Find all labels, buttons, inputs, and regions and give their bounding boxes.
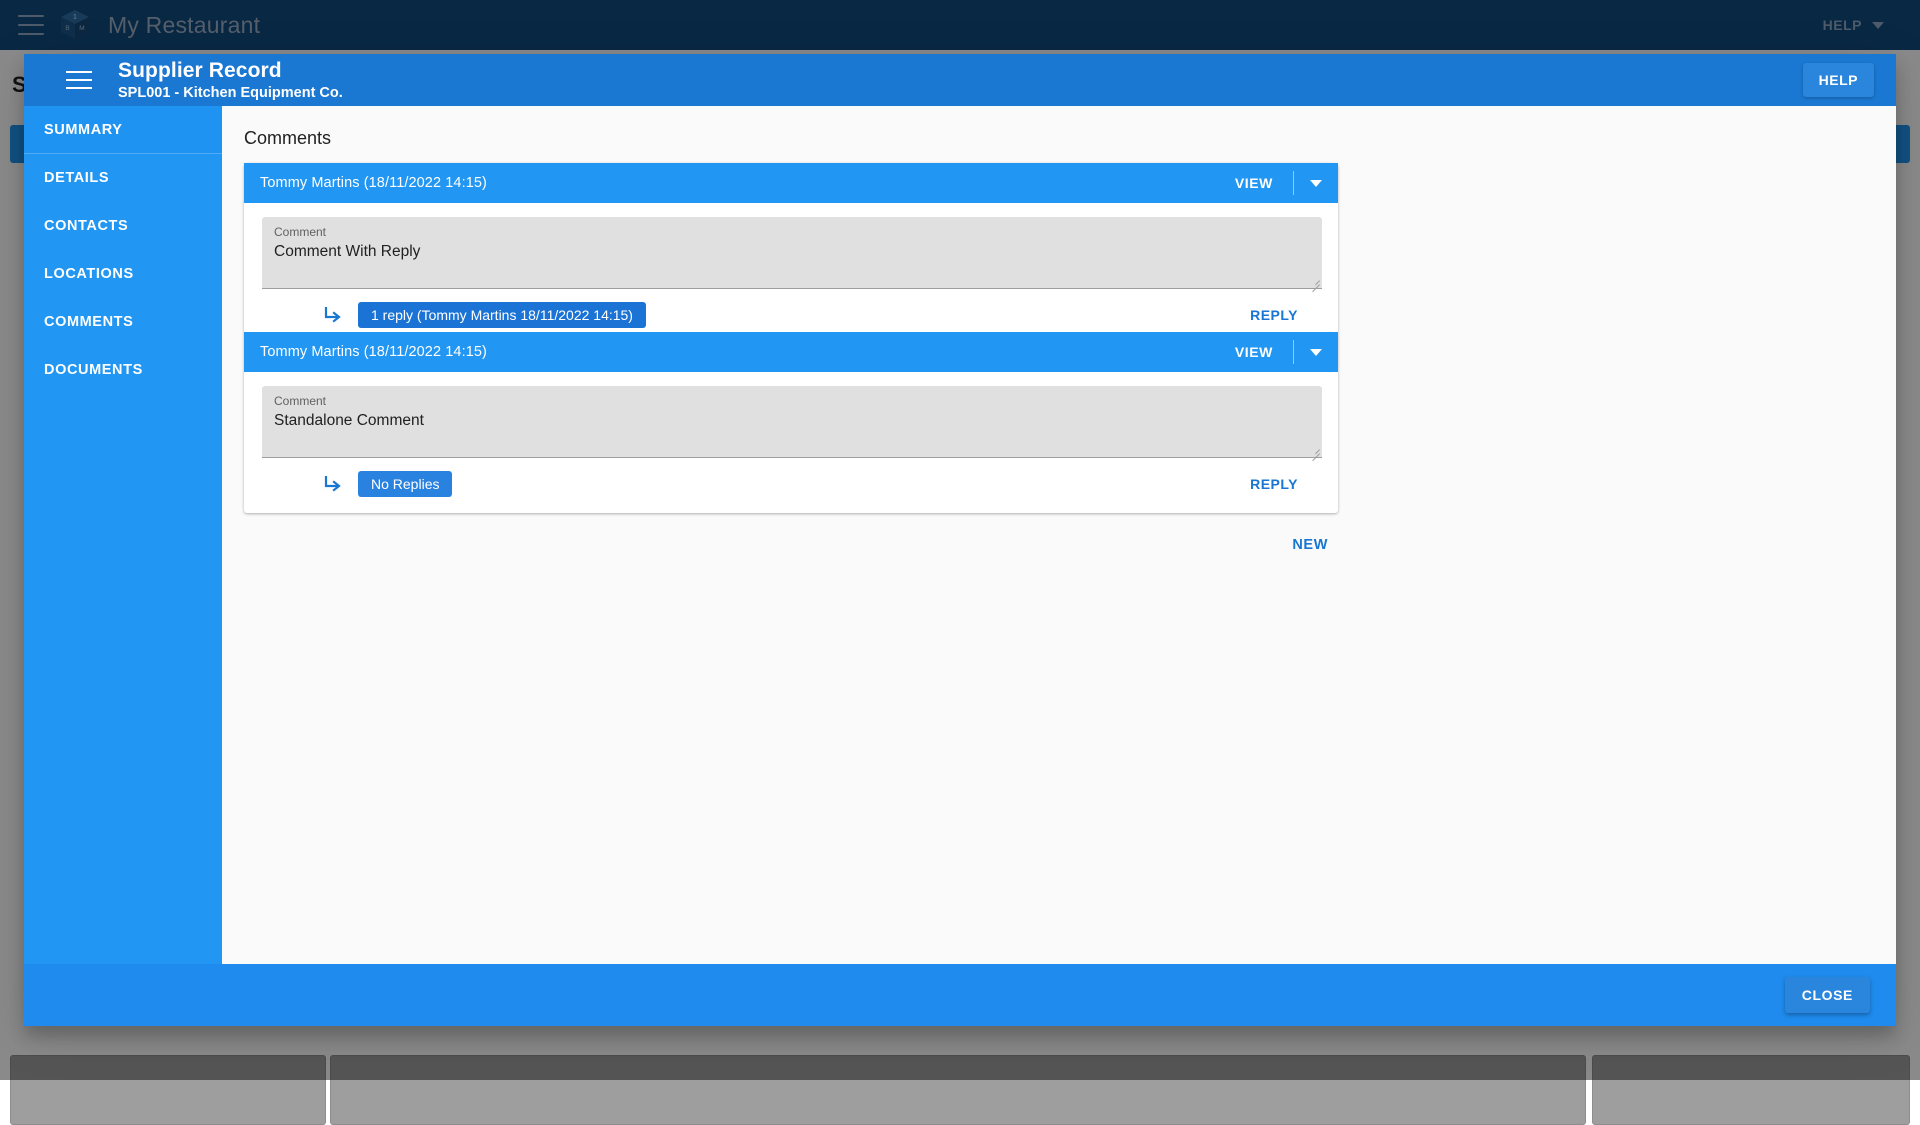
comment-field-value: Comment With Reply	[274, 243, 421, 260]
sidebar-item-label: LOCATIONS	[44, 266, 134, 282]
sidebar-item-details[interactable]: DETAILS	[24, 154, 222, 202]
comment-item: Tommy Martins (18/11/2022 14:15) VIEW Co…	[244, 332, 1338, 501]
comment-field[interactable]: Comment Comment With Reply	[262, 217, 1322, 293]
comment-body: Comment Standalone Comment No Replies RE…	[244, 372, 1338, 501]
comment-header: Tommy Martins (18/11/2022 14:15) VIEW	[244, 332, 1338, 372]
comment-item: Tommy Martins (18/11/2022 14:15) VIEW Co…	[244, 163, 1338, 332]
comment-reply-row: No Replies REPLY	[262, 458, 1322, 501]
comments-content: Comments Tommy Martins (18/11/2022 14:15…	[222, 106, 1896, 964]
sidebar-item-locations[interactable]: LOCATIONS	[24, 250, 222, 298]
dialog-help-button[interactable]: HELP	[1802, 63, 1874, 97]
comment-field-label: Comment	[274, 394, 327, 408]
comment-replies-chip[interactable]: 1 reply (Tommy Martins 18/11/2022 14:15)	[358, 302, 646, 328]
comment-header: Tommy Martins (18/11/2022 14:15) VIEW	[244, 163, 1338, 203]
comment-reply-button[interactable]: REPLY	[1242, 307, 1306, 323]
comment-replies-chip[interactable]: No Replies	[358, 471, 453, 497]
textarea-resize-handle[interactable]	[1310, 276, 1320, 293]
dialog-title: Supplier Record	[118, 58, 282, 82]
section-title: Comments	[244, 128, 332, 148]
sidebar-item-documents[interactable]: DOCUMENTS	[24, 346, 222, 394]
comments-panel: Tommy Martins (18/11/2022 14:15) VIEW Co…	[244, 163, 1338, 513]
supplier-record-dialog: Supplier Record SPL001 - Kitchen Equipme…	[24, 54, 1896, 1026]
sidebar-item-summary[interactable]: SUMMARY	[24, 106, 222, 154]
comment-body: Comment Comment With Reply 1 reply (Tomm…	[244, 203, 1338, 332]
sidebar-item-comments[interactable]: COMMENTS	[24, 298, 222, 346]
sidebar-item-label: COMMENTS	[44, 314, 134, 330]
comment-field-label: Comment	[274, 225, 327, 239]
sidebar-item-label: SUMMARY	[44, 122, 123, 138]
chevron-down-icon	[1310, 179, 1322, 187]
dialog-body: SUMMARY DETAILS CONTACTS LOCATIONS COMME…	[24, 106, 1896, 964]
new-comment-row: NEW	[244, 513, 1338, 559]
textarea-resize-handle[interactable]	[1310, 445, 1320, 462]
close-button[interactable]: CLOSE	[1784, 977, 1870, 1013]
sidebar-item-label: CONTACTS	[44, 218, 129, 234]
reply-arrow-icon	[322, 473, 344, 495]
sidebar-item-label: DOCUMENTS	[44, 362, 143, 378]
sidebar-item-contacts[interactable]: CONTACTS	[24, 202, 222, 250]
dialog-sidebar-nav: SUMMARY DETAILS CONTACTS LOCATIONS COMME…	[24, 106, 222, 964]
comment-author-line: Tommy Martins (18/11/2022 14:15)	[260, 344, 487, 360]
dialog-title-group: Supplier Record SPL001 - Kitchen Equipme…	[118, 59, 343, 102]
chevron-down-icon	[1310, 348, 1322, 356]
comment-view-button[interactable]: VIEW	[1215, 332, 1293, 372]
comment-reply-row: 1 reply (Tommy Martins 18/11/2022 14:15)…	[262, 289, 1322, 332]
dialog-hamburger-menu-icon[interactable]	[66, 71, 92, 89]
sidebar-item-label: DETAILS	[44, 170, 110, 186]
comment-field-value: Standalone Comment	[274, 412, 424, 429]
comment-field[interactable]: Comment Standalone Comment	[262, 386, 1322, 462]
comment-dropdown-button[interactable]	[1294, 163, 1338, 203]
dialog-subtitle: SPL001 - Kitchen Equipment Co.	[118, 85, 343, 102]
dialog-footer: CLOSE	[24, 964, 1896, 1026]
comment-dropdown-button[interactable]	[1294, 332, 1338, 372]
new-comment-button[interactable]: NEW	[1282, 531, 1338, 559]
reply-arrow-icon	[322, 304, 344, 326]
dialog-header: Supplier Record SPL001 - Kitchen Equipme…	[24, 54, 1896, 106]
comment-view-button[interactable]: VIEW	[1215, 163, 1293, 203]
comment-author-line: Tommy Martins (18/11/2022 14:15)	[260, 175, 487, 191]
comment-reply-button[interactable]: REPLY	[1242, 476, 1306, 492]
